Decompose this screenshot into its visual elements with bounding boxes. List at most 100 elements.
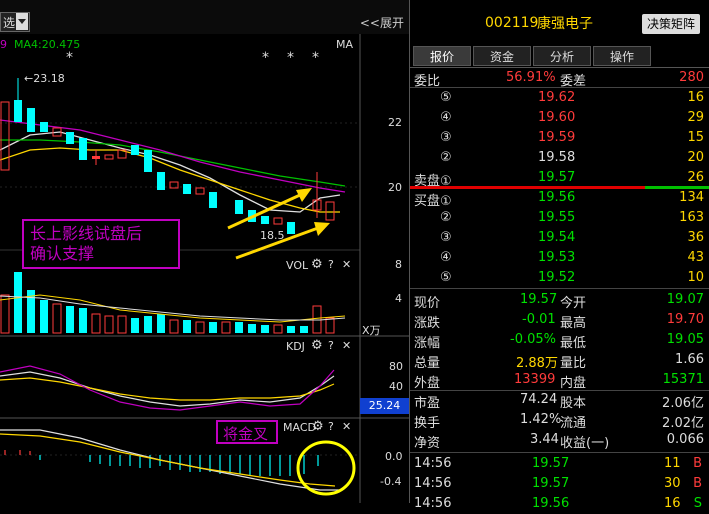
gear-icon[interactable]: ⚙	[311, 338, 323, 353]
order-volume: 29	[687, 110, 704, 125]
order-price: 19.55	[538, 210, 576, 225]
close-icon[interactable]: ✕	[342, 258, 351, 271]
fin-value: 0.066	[666, 432, 704, 447]
stock-code: 002119	[485, 15, 539, 31]
order-level: ④	[440, 110, 452, 125]
quote-value: 2.88万	[516, 356, 558, 371]
quote-label: 最高	[560, 316, 587, 331]
tick-volume: 16	[664, 496, 681, 511]
annotation-line-1: 长上影线试盘后	[30, 224, 143, 243]
sell-order-row[interactable]: ② 19.58 20	[410, 148, 709, 168]
kdj-tick: 40	[389, 380, 403, 393]
order-level: ③	[440, 230, 452, 245]
order-level: 买盘①	[414, 194, 452, 209]
macd-tick: -0.4	[380, 475, 402, 488]
annotation-arrows	[227, 188, 330, 260]
sell-order-row[interactable]: ③ 19.59 15	[410, 128, 709, 148]
kline-chart-area[interactable]: 选 <<展开 9 MA4:20.475 MA * * * * ←23.18 18…	[0, 0, 409, 503]
quote-value: 19.07	[666, 292, 704, 307]
highlight-circle	[296, 440, 356, 496]
quote-value: 1.66	[675, 352, 704, 367]
help-icon[interactable]: ?	[328, 420, 334, 433]
tick-row: 14:56 19.57 30 B	[410, 474, 709, 494]
decision-matrix-button[interactable]: 决策矩阵	[642, 14, 700, 34]
quote-label: 涨跌	[414, 316, 441, 331]
gear-icon[interactable]: ⚙	[312, 419, 324, 434]
ma10-line	[0, 147, 340, 213]
tab-analysis[interactable]: 分析	[533, 46, 591, 66]
annotation-line-2: 确认支撑	[30, 244, 95, 263]
fin-value: 1.42%	[520, 412, 562, 427]
kdj-current-value: 25.24	[360, 398, 409, 414]
buy-order-row[interactable]: 买盘① 19.56 134	[410, 188, 709, 209]
help-icon[interactable]: ?	[328, 258, 334, 271]
fin-row: 市盈 74.24 股本 2.06亿	[410, 390, 709, 411]
fin-value: 3.44	[530, 432, 559, 447]
sell-order-row[interactable]: ④ 19.60 29	[410, 108, 709, 128]
tab-quote[interactable]: 报价	[413, 46, 471, 66]
tick-time: 14:56	[414, 496, 452, 511]
order-level: ③	[440, 130, 452, 145]
sell-order-row[interactable]: ⑤ 19.62 16	[410, 88, 709, 108]
quote-row: 总量 2.88万 量比 1.66	[410, 350, 709, 371]
order-price: 19.58	[538, 150, 576, 165]
quote-value: 19.57	[520, 292, 558, 307]
sell-order-row[interactable]: 卖盘① 19.57 26	[410, 168, 709, 189]
macd-bars	[39, 455, 319, 476]
buy-order-row[interactable]: ⑤ 19.52 10	[410, 268, 709, 288]
quote-value: -0.05%	[510, 332, 556, 347]
quote-label: 内盘	[560, 376, 587, 391]
weicha-value: 280	[679, 70, 704, 85]
kdj-panel-title: KDJ	[286, 340, 305, 353]
quote-row: 外盘 13399 内盘 15371	[410, 370, 709, 391]
tick-row: 14:56 19.56 16 S	[410, 494, 709, 514]
tick-side: B	[693, 456, 702, 471]
order-price: 19.59	[538, 130, 576, 145]
vol-panel-title: VOL	[286, 259, 309, 272]
gear-icon[interactable]: ⚙	[311, 257, 323, 272]
buy-order-row[interactable]: ③ 19.54 36	[410, 228, 709, 248]
buy-order-row[interactable]: ② 19.55 163	[410, 208, 709, 228]
order-volume: 10	[687, 270, 704, 285]
close-icon[interactable]: ✕	[342, 339, 351, 352]
quote-row: 现价 19.57 今开 19.07	[410, 290, 709, 311]
star-marker: *	[312, 50, 319, 66]
quote-label: 今开	[560, 296, 587, 311]
buy-order-row[interactable]: ④ 19.53 43	[410, 248, 709, 268]
tick-price: 19.56	[532, 496, 570, 511]
ma-partial-label: 9	[0, 38, 7, 51]
help-icon[interactable]: ?	[328, 339, 334, 352]
quote-panel: 002119 康强电子 决策矩阵 报价 资金 分析 操作 委比 56.91% 委…	[409, 0, 709, 511]
order-volume: 15	[687, 130, 704, 145]
fin-value: 2.02亿	[662, 416, 704, 431]
quote-label: 外盘	[414, 376, 441, 391]
tick-side: S	[693, 496, 702, 511]
tab-operation[interactable]: 操作	[593, 46, 651, 66]
quote-label: 最低	[560, 336, 587, 351]
fin-label: 流通	[560, 416, 587, 431]
order-level: ②	[440, 150, 452, 165]
price-tick: 22	[388, 116, 402, 129]
fin-label: 股本	[560, 396, 587, 411]
order-price: 19.52	[538, 270, 576, 285]
quote-value: 19.70	[666, 312, 704, 327]
fin-label: 市盈	[414, 396, 441, 411]
quote-value: -0.01	[522, 312, 556, 327]
order-price: 19.53	[538, 250, 576, 265]
order-volume: 36	[687, 230, 704, 245]
quote-value: 15371	[662, 372, 704, 387]
order-price: 19.57	[538, 170, 576, 185]
vol-tick: 4	[395, 292, 402, 305]
order-level: ②	[440, 210, 452, 225]
weibi-row: 委比 56.91% 委差 280	[410, 68, 709, 89]
fin-label: 换手	[414, 416, 441, 431]
tab-funds[interactable]: 资金	[473, 46, 531, 66]
quote-row: 涨跌 -0.01 最高 19.70	[410, 310, 709, 331]
tick-side: B	[693, 476, 702, 491]
close-icon[interactable]: ✕	[342, 420, 351, 433]
quote-row: 涨幅 -0.05% 最低 19.05	[410, 330, 709, 351]
order-volume: 26	[687, 170, 704, 185]
star-marker: *	[66, 50, 73, 66]
tick-price: 19.57	[532, 456, 570, 471]
order-level: ⑤	[440, 270, 452, 285]
